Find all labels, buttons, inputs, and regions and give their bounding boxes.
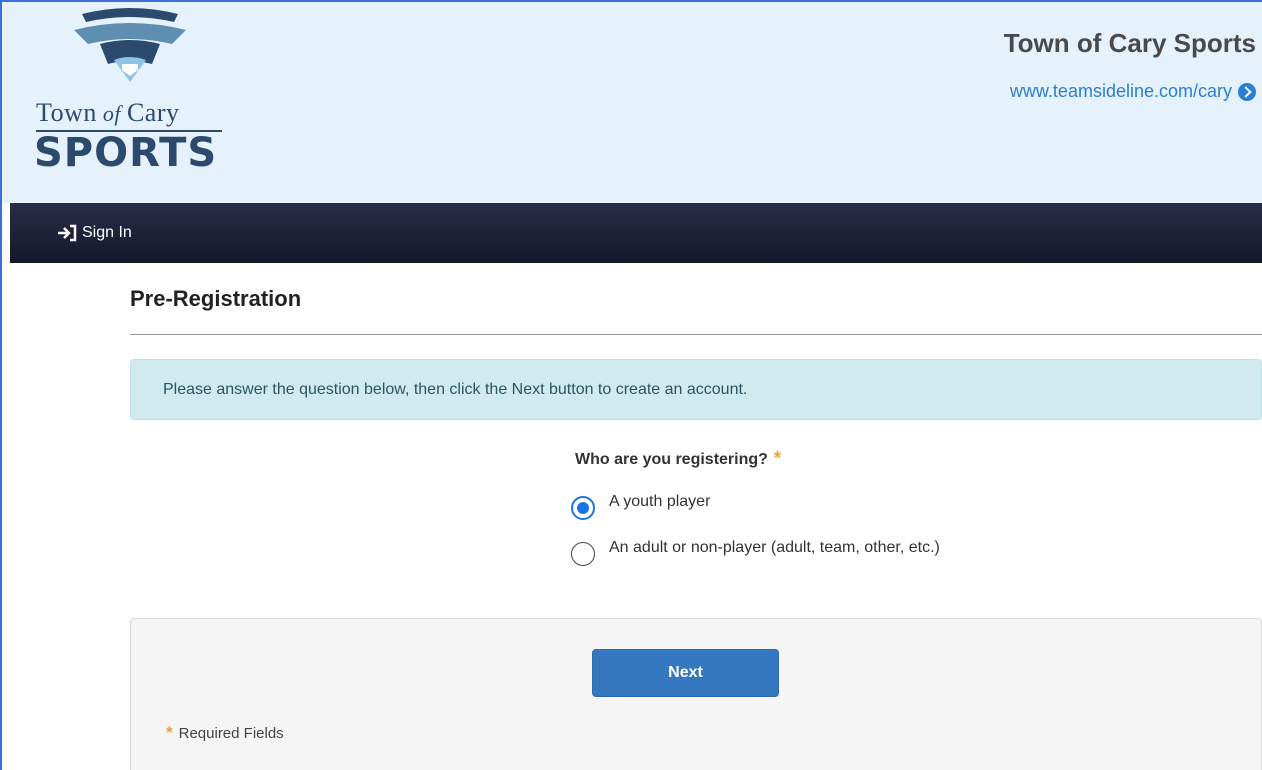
radio-button-adult-non-player[interactable]: [571, 542, 595, 566]
site-link[interactable]: www.teamsideline.com/cary: [1010, 81, 1256, 102]
site-title: Town of Cary Sports: [1003, 28, 1256, 58]
sign-in-link[interactable]: Sign In: [56, 224, 132, 242]
sign-in-label[interactable]: Sign In: [82, 224, 132, 242]
logo-sports-text: SPORTS: [34, 130, 218, 176]
next-button[interactable]: Next: [592, 649, 779, 697]
site-link-text[interactable]: www.teamsideline.com/cary: [1010, 81, 1232, 102]
required-asterisk: *: [773, 448, 781, 468]
question-text: Who are you registering?: [575, 451, 768, 468]
sign-in-icon: [58, 224, 77, 242]
logo-town-of-cary: Town of Cary: [36, 98, 180, 127]
radio-label-youth-player[interactable]: A youth player: [609, 493, 710, 511]
title-divider: [130, 334, 1262, 335]
radio-button-youth-player[interactable]: [571, 496, 595, 520]
required-asterisk: *: [166, 723, 173, 742]
page-title: Pre-Registration: [130, 286, 302, 311]
radio-option-youth-player[interactable]: A youth player: [571, 493, 710, 520]
stadium-logo-icon: [74, 8, 186, 82]
top-navbar: Sign In: [10, 203, 1262, 263]
info-alert-text: Please answer the question below, then c…: [163, 380, 748, 398]
site-header: Town of Cary SPORTS Town of Cary Sports …: [2, 2, 1262, 203]
chevron-right-circle-icon[interactable]: [1238, 82, 1256, 101]
required-fields-note: * Required Fields: [166, 723, 284, 743]
town-of-cary-sports-logo[interactable]: Town of Cary SPORTS: [32, 8, 232, 183]
info-alert: Please answer the question below, then c…: [130, 359, 1262, 420]
radio-label-adult-non-player[interactable]: An adult or non-player (adult, team, oth…: [609, 539, 940, 557]
question-label: Who are you registering? *: [575, 448, 781, 469]
required-fields-text: Required Fields: [178, 724, 284, 742]
radio-option-adult-non-player[interactable]: An adult or non-player (adult, team, oth…: [571, 539, 940, 566]
form-footer-panel: Next * Required Fields: [130, 618, 1262, 770]
